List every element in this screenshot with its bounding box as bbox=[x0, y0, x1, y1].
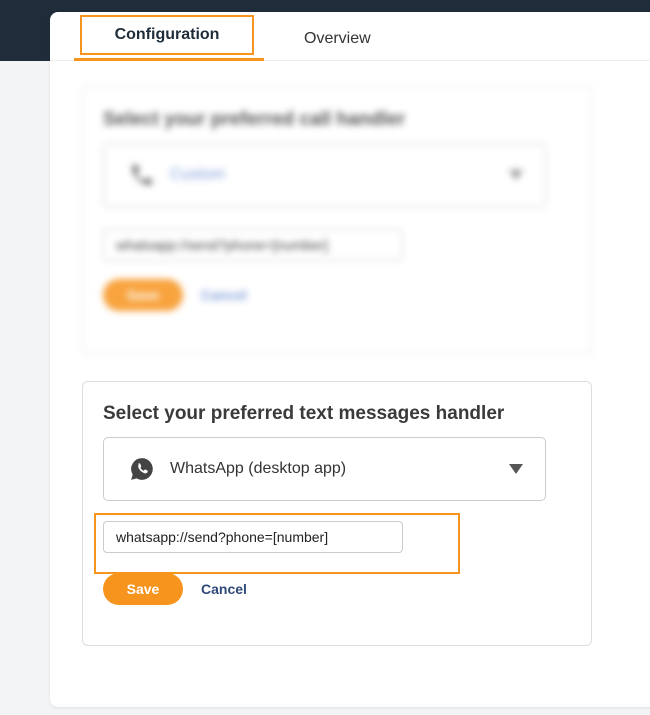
call-handler-cancel-button[interactable]: Cancel bbox=[201, 279, 247, 311]
text-handler-select[interactable]: WhatsApp (desktop app) bbox=[103, 437, 546, 501]
whatsapp-icon bbox=[128, 455, 156, 483]
text-handler-title: Select your preferred text messages hand… bbox=[103, 403, 505, 424]
active-tab-indicator bbox=[74, 58, 264, 61]
tab-configuration[interactable]: Configuration bbox=[80, 15, 254, 55]
url-input-highlight bbox=[94, 513, 460, 574]
call-handler-select[interactable]: Custom bbox=[103, 143, 546, 207]
text-handler-save-button[interactable]: Save bbox=[103, 573, 183, 605]
tab-bar: Configuration Overview bbox=[50, 12, 650, 61]
tab-overview-label: Overview bbox=[304, 30, 371, 47]
call-handler-card: Select your preferred call handler Custo… bbox=[82, 86, 592, 354]
settings-panel: Configuration Overview Select your prefe… bbox=[50, 12, 650, 707]
text-handler-cancel-button[interactable]: Cancel bbox=[201, 573, 247, 605]
call-handler-save-button[interactable]: Save bbox=[103, 279, 183, 311]
phone-icon bbox=[128, 161, 156, 189]
chevron-down-icon bbox=[509, 170, 523, 180]
call-handler-url-input[interactable] bbox=[103, 229, 403, 261]
chevron-down-icon bbox=[509, 464, 523, 474]
text-handler-selected: WhatsApp (desktop app) bbox=[170, 460, 347, 477]
tab-overview[interactable]: Overview bbox=[304, 29, 371, 49]
call-handler-title: Select your preferred call handler bbox=[103, 109, 406, 130]
tab-configuration-label: Configuration bbox=[114, 26, 220, 43]
call-handler-selected: Custom bbox=[170, 166, 226, 183]
